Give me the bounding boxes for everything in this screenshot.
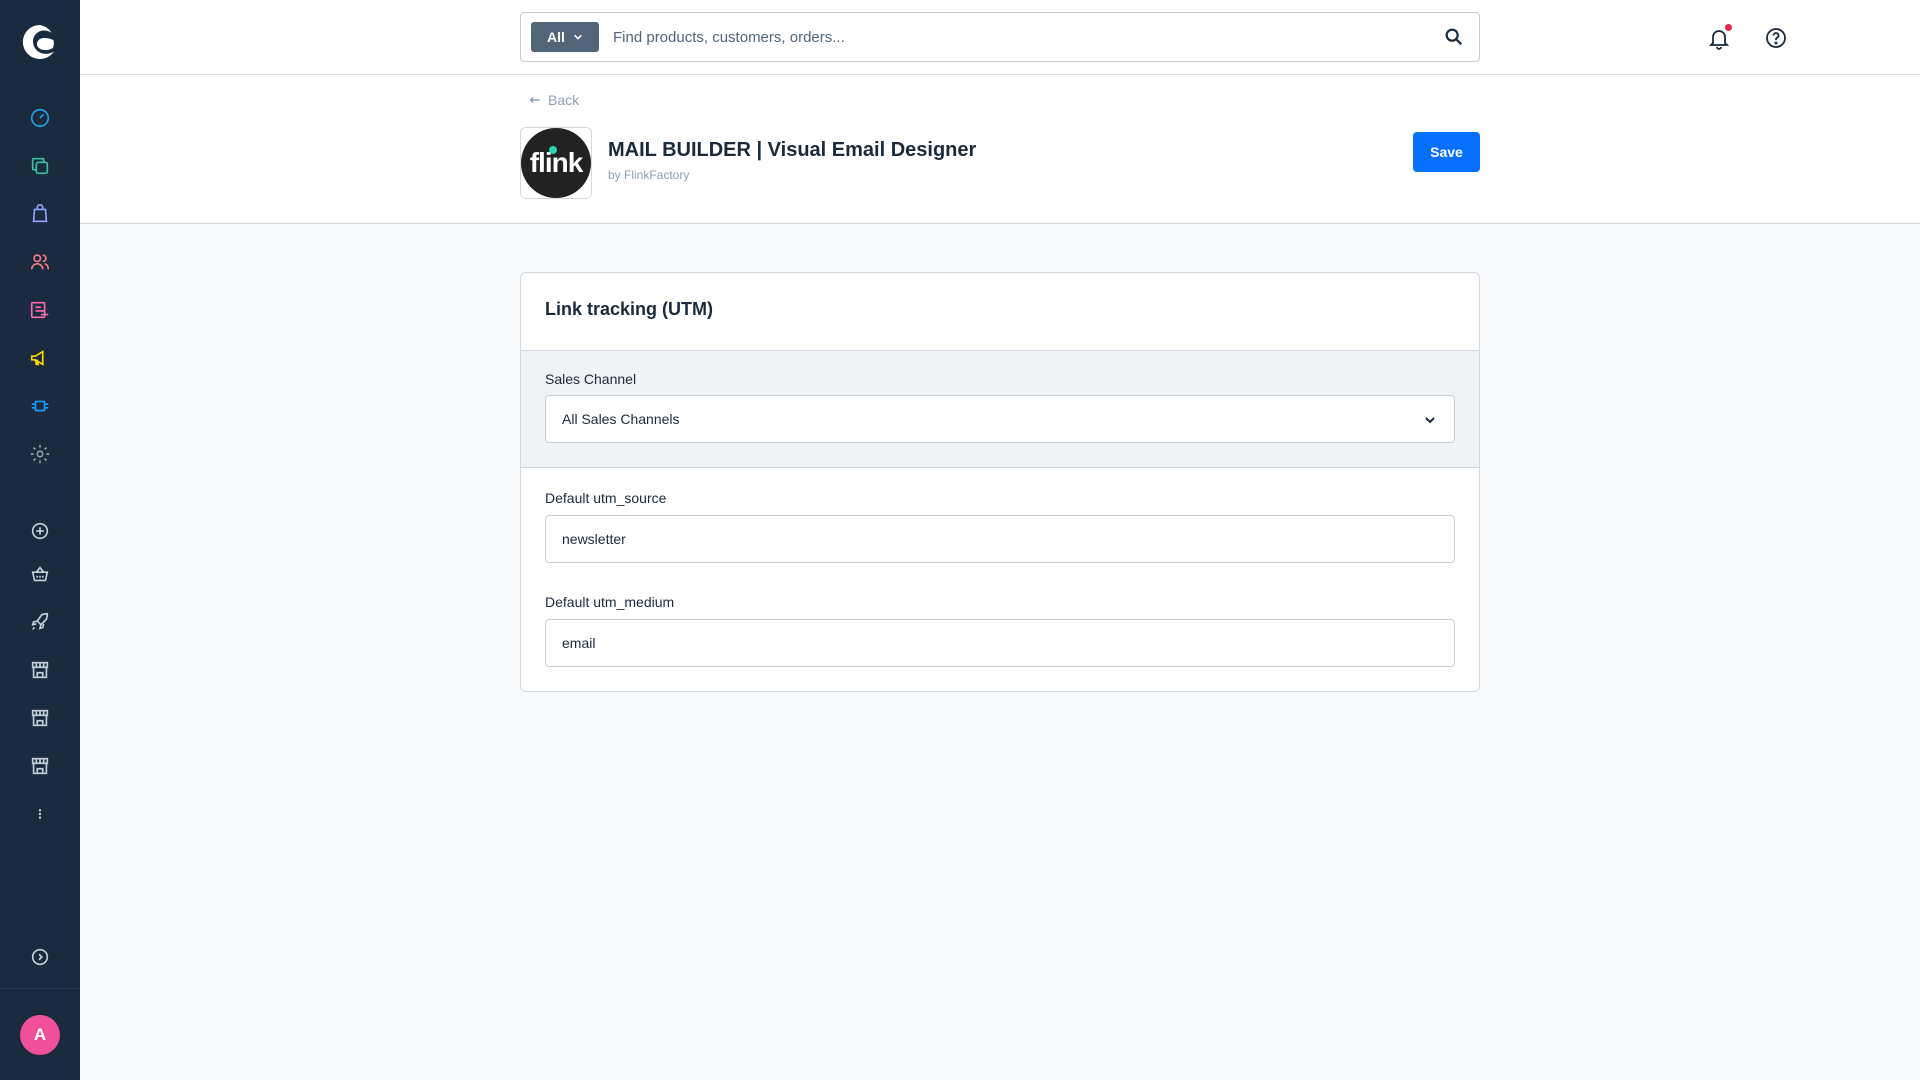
sales-channel-section: Sales Channel All Sales Channels [521,350,1479,468]
sales-channel-select[interactable]: All Sales Channels [545,395,1455,443]
save-button[interactable]: Save [1413,132,1480,172]
catalogue-icon[interactable] [25,151,55,181]
app-logo-dot [549,146,557,154]
search-input[interactable] [613,23,1413,51]
utm-medium-label: Default utm_medium [545,594,675,610]
notification-dot [1725,24,1732,31]
page-title: MAIL BUILDER | Visual Email Designer [608,139,977,161]
utm-source-input[interactable] [545,515,1455,563]
card-title: Link tracking (UTM) [545,299,714,319]
sales-channel-value: All Sales Channels [562,411,680,427]
back-link[interactable]: Back [528,92,579,108]
rocket-icon[interactable] [25,607,55,637]
expand-icon[interactable] [25,942,55,972]
marketing-icon[interactable] [25,343,55,373]
storefront-icon[interactable] [25,655,55,685]
chevron-down-icon [574,34,582,40]
shopware-logo-icon[interactable] [20,22,60,62]
utm-source-label: Default utm_source [545,490,667,506]
settings-icon[interactable] [25,439,55,469]
app-logo: flink [520,127,592,199]
sidebar-divider [0,988,80,989]
arrow-left-icon [529,96,540,104]
avatar[interactable]: A [20,1015,60,1055]
storefront-icon[interactable] [25,703,55,733]
dashboard-icon[interactable] [25,103,55,133]
app-vendor: by FlinkFactory [608,168,690,182]
orders-icon[interactable] [25,199,55,229]
content-icon[interactable] [25,295,55,325]
top-bar: All [80,0,1920,75]
search-type-label: All [547,29,565,45]
utm-medium-input[interactable] [545,619,1455,667]
search-type-dropdown[interactable]: All [531,22,599,52]
sidebar: A [0,0,80,1080]
add-icon[interactable] [25,516,55,546]
search-icon[interactable] [1443,26,1465,48]
chevron-down-icon [1425,417,1435,424]
storefront-icon[interactable] [25,751,55,781]
customers-icon[interactable] [25,247,55,277]
sales-channel-label: Sales Channel [545,371,637,387]
more-icon[interactable] [25,799,55,829]
utm-settings-card: Link tracking (UTM) Sales Channel All Sa… [520,272,1480,692]
page-header: Back flink MAIL BUILDER | Visual Email D… [80,75,1920,224]
extensions-icon[interactable] [25,391,55,421]
search-bar: All [520,12,1480,62]
app-logo-circle: flink [521,128,591,198]
help-icon[interactable] [1762,24,1790,52]
back-label: Back [548,92,580,108]
basket-icon[interactable] [25,559,55,589]
